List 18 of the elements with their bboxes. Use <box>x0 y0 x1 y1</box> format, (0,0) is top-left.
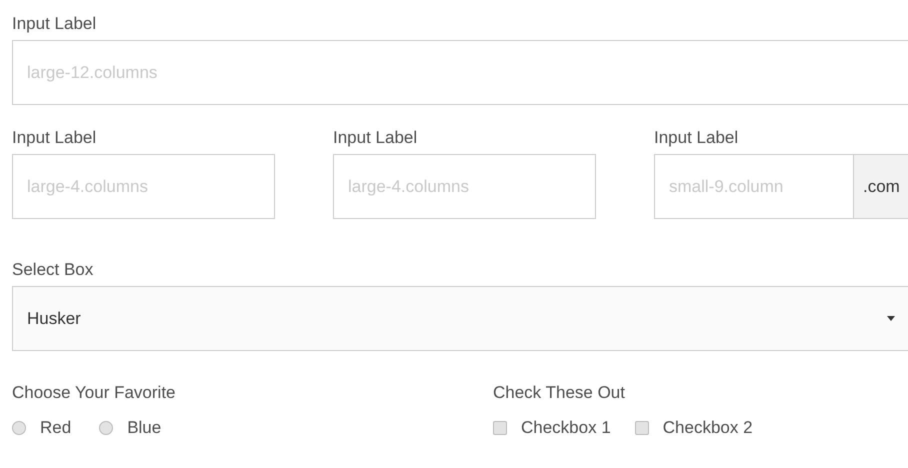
select-box[interactable]: Husker <box>12 286 908 351</box>
checkbox[interactable] <box>634 420 649 435</box>
select-label: Select Box <box>12 259 94 281</box>
checkbox-label: Checkbox 2 <box>662 417 753 439</box>
radio-label: Blue <box>127 417 162 439</box>
radio-button[interactable] <box>99 420 114 435</box>
field-label: Input Label <box>333 127 418 149</box>
postfix-label: .com <box>854 154 908 219</box>
group-label: Choose Your Favorite <box>12 382 176 404</box>
caret-icon <box>887 316 895 321</box>
radio-button[interactable] <box>12 420 26 435</box>
checkbox-label: Checkbox 1 <box>521 417 611 439</box>
field-label: Input Label <box>12 13 98 35</box>
field-label: Input Label <box>654 127 740 149</box>
radio-label: Red <box>40 417 72 439</box>
field-label: Input Label <box>12 127 98 149</box>
group-label: Check These Out <box>493 382 626 404</box>
checkbox[interactable] <box>493 420 507 435</box>
